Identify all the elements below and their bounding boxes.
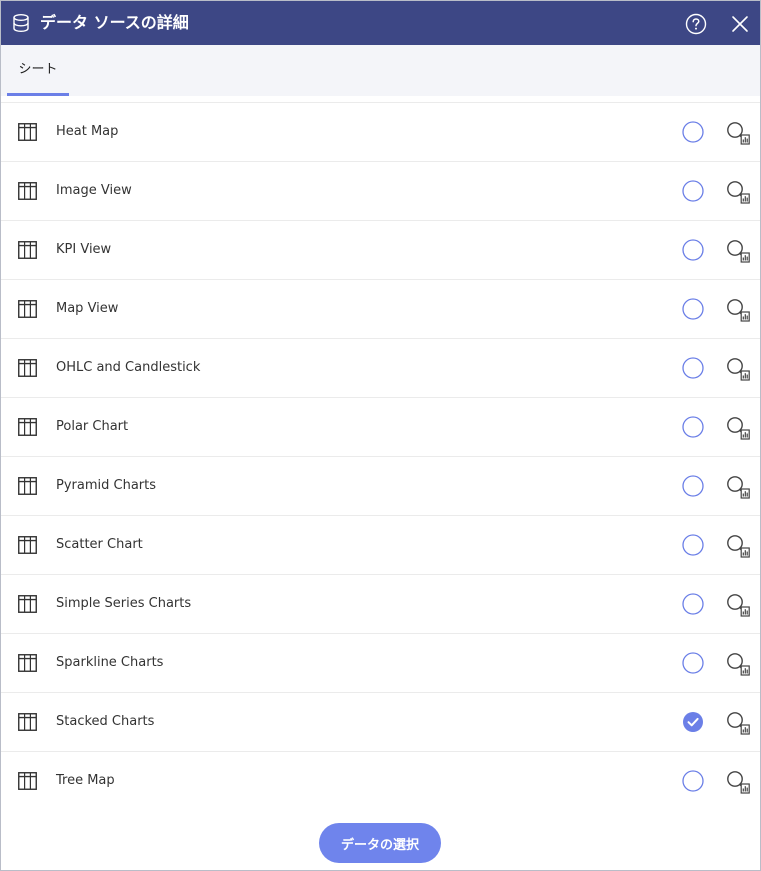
sheet-name: Simple Series Charts [56,596,192,611]
help-icon[interactable] [685,13,707,35]
table-sheet-icon [18,713,37,731]
radio-checked-icon[interactable] [682,711,704,733]
table-sheet-icon [18,536,37,554]
sheet-name: Tree Map [56,773,115,788]
sheet-row[interactable]: Polar Chart [1,397,760,455]
sheet-row[interactable]: Scatter Chart [1,515,760,573]
preview-data-icon[interactable] [726,357,750,381]
table-sheet-icon [18,182,37,200]
radio-unchecked-icon[interactable] [682,298,704,320]
preview-data-icon[interactable] [726,534,750,558]
table-sheet-icon [18,300,37,318]
dialog-header: データ ソースの詳細 [1,1,760,45]
sheet-list[interactable]: Heat Map Image View KPI View Map View OHLC a… [1,102,760,809]
preview-data-icon[interactable] [726,239,750,263]
radio-unchecked-icon[interactable] [682,239,704,261]
sheet-row[interactable]: KPI View [1,220,760,278]
sheet-row[interactable]: Stacked Charts [1,692,760,750]
sheet-name: Sparkline Charts [56,655,164,670]
preview-data-icon[interactable] [726,416,750,440]
sheet-name: Polar Chart [56,419,129,434]
sheet-name: OHLC and Candlestick [56,360,201,375]
sheet-row[interactable]: Tree Map [1,751,760,809]
table-sheet-icon [18,654,37,672]
table-sheet-icon [18,241,37,259]
tab-sheets-label: シート [18,62,58,77]
sheet-row[interactable]: Map View [1,279,760,337]
table-sheet-icon [18,359,37,377]
preview-data-icon[interactable] [726,652,750,676]
sheet-row[interactable]: Sparkline Charts [1,633,760,691]
sheet-name: Scatter Chart [56,537,143,552]
radio-unchecked-icon[interactable] [682,121,704,143]
select-data-button[interactable]: データの選択 [319,823,441,863]
table-sheet-icon [18,595,37,613]
sheet-name: Image View [56,183,132,198]
radio-unchecked-icon[interactable] [682,534,704,556]
sheet-name: Stacked Charts [56,714,155,729]
database-icon [13,14,29,33]
tab-bar: シート [1,45,760,96]
tab-sheets[interactable]: シート [7,45,69,96]
preview-data-icon[interactable] [726,298,750,322]
preview-data-icon[interactable] [726,770,750,794]
sheet-row[interactable]: OHLC and Candlestick [1,338,760,396]
radio-unchecked-icon[interactable] [682,416,704,438]
data-source-details-dialog: データ ソースの詳細 シート Heat Map Image View KPI Vie… [0,0,761,871]
sheet-row[interactable]: Simple Series Charts [1,574,760,632]
radio-unchecked-icon[interactable] [682,180,704,202]
dialog-footer: データの選択 [1,809,760,870]
preview-data-icon[interactable] [726,711,750,735]
table-sheet-icon [18,123,37,141]
radio-unchecked-icon[interactable] [682,652,704,674]
sheet-row[interactable]: Heat Map [1,102,760,160]
radio-unchecked-icon[interactable] [682,357,704,379]
preview-data-icon[interactable] [726,121,750,145]
sheet-row[interactable]: Image View [1,161,760,219]
sheet-row[interactable]: Pyramid Charts [1,456,760,514]
table-sheet-icon [18,772,37,790]
sheet-name: KPI View [56,242,112,257]
radio-unchecked-icon[interactable] [682,770,704,792]
sheet-name: Map View [56,301,119,316]
preview-data-icon[interactable] [726,593,750,617]
tab-active-indicator [7,93,69,96]
dialog-title: データ ソースの詳細 [40,13,189,32]
preview-data-icon[interactable] [726,180,750,204]
table-sheet-icon [18,477,37,495]
preview-data-icon[interactable] [726,475,750,499]
radio-unchecked-icon[interactable] [682,475,704,497]
radio-unchecked-icon[interactable] [682,593,704,615]
close-icon[interactable] [730,14,750,34]
sheet-name: Pyramid Charts [56,478,157,493]
sheet-name: Heat Map [56,124,119,139]
table-sheet-icon [18,418,37,436]
